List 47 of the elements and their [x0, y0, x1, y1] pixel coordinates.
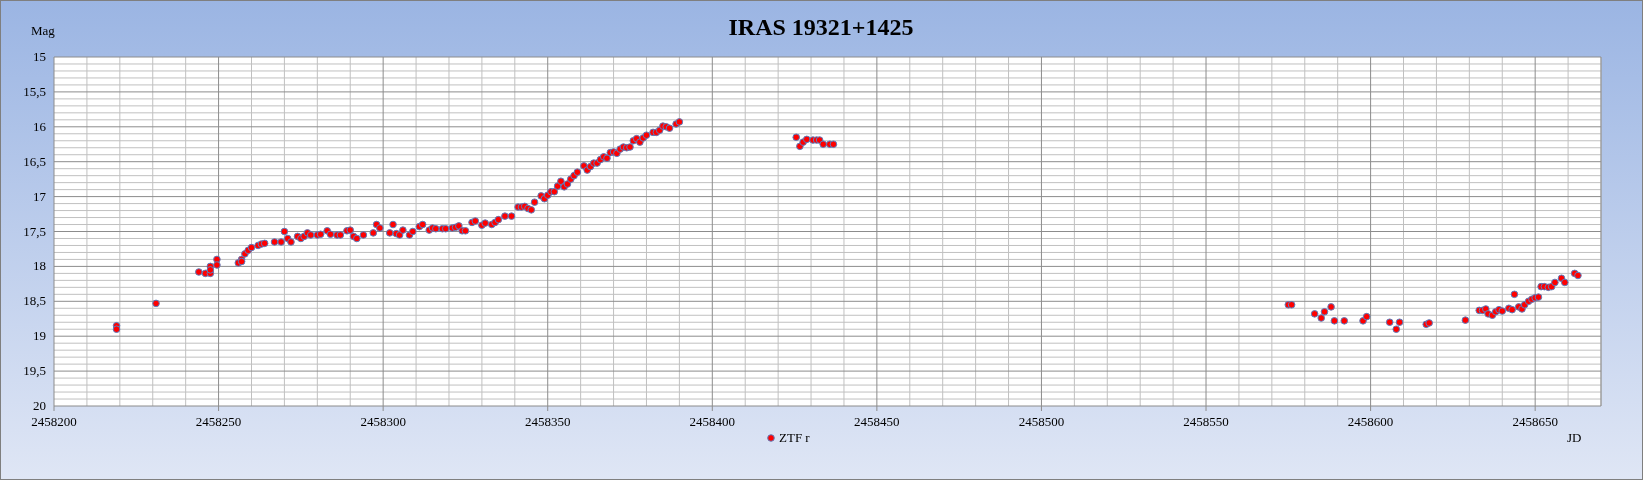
x-tick-label: 2458200 — [31, 414, 77, 429]
data-point — [152, 299, 160, 308]
data-point — [316, 230, 325, 239]
x-tick-label: 2458500 — [1018, 414, 1065, 429]
y-tick-label: 18,5 — [23, 293, 46, 309]
y-tick-label: 16,5 — [23, 153, 46, 169]
x-tick-label: 2458550 — [1183, 414, 1229, 429]
data-point — [1320, 307, 1329, 316]
data-point — [326, 230, 335, 239]
x-tick-label: 2458600 — [1347, 414, 1394, 429]
data-point — [494, 215, 503, 224]
x-tick-label: 2458350 — [524, 414, 571, 429]
data-point — [280, 227, 289, 236]
y-tick-label: 15 — [33, 49, 46, 64]
data-point — [441, 224, 450, 233]
data-point — [792, 133, 801, 142]
y-axis-label: Mag — [31, 23, 55, 38]
y-tick-label: 17 — [33, 188, 46, 204]
data-point — [1385, 318, 1394, 327]
chart-title: IRAS 19321+1425 — [728, 14, 914, 40]
y-tick-label: 19 — [33, 328, 46, 344]
data-point — [1395, 318, 1404, 327]
y-tick-label: 15,5 — [23, 83, 46, 99]
data-point — [550, 187, 559, 196]
data-point — [1510, 290, 1519, 299]
data-point — [1461, 316, 1470, 324]
y-tick-label: 17,5 — [23, 223, 46, 239]
data-point — [829, 140, 838, 149]
x-tick-label: 2458450 — [854, 414, 900, 429]
y-tick-label: 19,5 — [23, 363, 46, 379]
legend-marker-icon — [767, 434, 775, 442]
x-tick-label: 2458650 — [1512, 414, 1558, 429]
legend-label: ZTF r — [779, 430, 810, 445]
x-tick-label: 2458250 — [195, 414, 242, 429]
y-tick-label: 20 — [33, 398, 46, 413]
data-point — [247, 243, 256, 252]
y-tick-label: 18 — [33, 258, 46, 274]
y-tick-label: 16 — [33, 118, 46, 134]
x-tick-label: 2458300 — [360, 414, 406, 429]
data-point — [260, 239, 269, 248]
x-tick-label: 2458400 — [689, 414, 736, 429]
data-point — [418, 220, 427, 229]
x-axis-label: JD — [1567, 430, 1582, 445]
data-point — [1557, 274, 1566, 283]
data-point — [1362, 312, 1371, 321]
data-point — [408, 227, 417, 236]
data-point — [802, 135, 811, 144]
